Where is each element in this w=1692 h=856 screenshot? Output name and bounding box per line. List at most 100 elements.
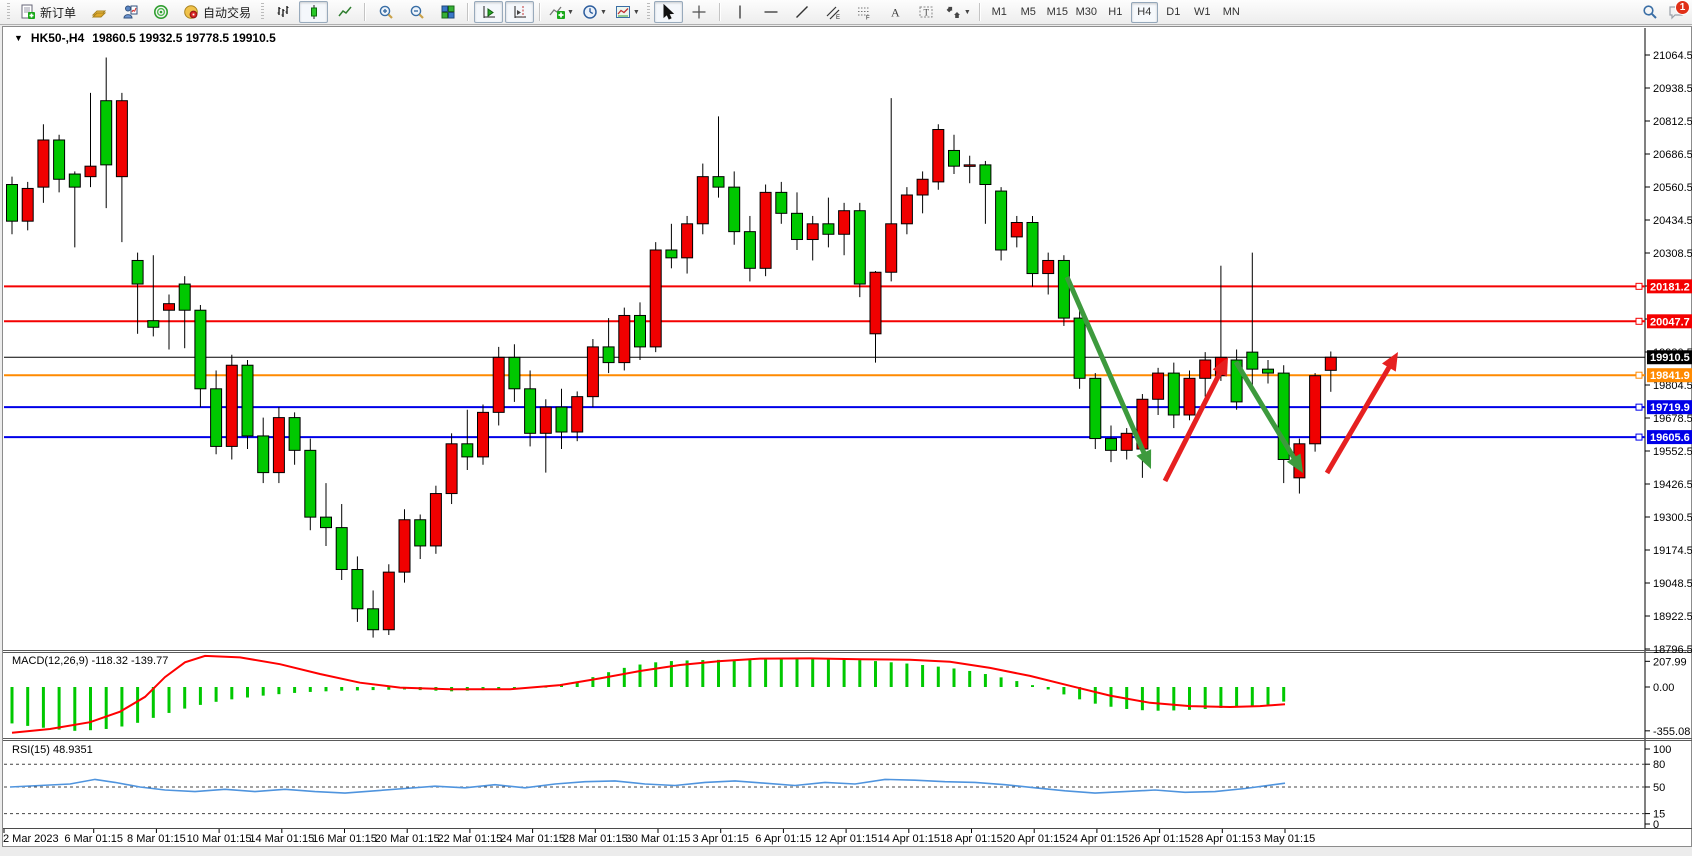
candle-body bbox=[760, 192, 771, 268]
candle-body bbox=[132, 260, 143, 284]
chart-title: ▼ HK50-,H4 19860.5 19932.5 19778.5 19910… bbox=[14, 31, 276, 45]
chevron-down-icon: ▼ bbox=[600, 9, 607, 16]
candle-body bbox=[587, 347, 598, 397]
text-button[interactable]: A bbox=[881, 1, 910, 23]
signal-button[interactable] bbox=[146, 1, 175, 23]
candle-chart-button[interactable] bbox=[299, 1, 328, 23]
hline-handle[interactable] bbox=[1636, 404, 1642, 410]
price-tick-label: 18796.5 bbox=[1653, 644, 1692, 656]
toolbar-separator bbox=[539, 3, 541, 21]
periods-button[interactable]: ▼ bbox=[579, 1, 610, 23]
candle-body bbox=[650, 250, 661, 347]
channel-button[interactable]: E bbox=[819, 1, 848, 23]
candle-body bbox=[1090, 378, 1101, 438]
candle-body bbox=[854, 211, 865, 284]
fibonacci-button[interactable]: F bbox=[850, 1, 879, 23]
candle-body bbox=[368, 609, 379, 630]
trend-arrow-line[interactable] bbox=[1327, 361, 1393, 473]
candle-body bbox=[101, 101, 112, 165]
text-label-icon: T bbox=[918, 4, 934, 20]
horizontal-line-button[interactable] bbox=[757, 1, 786, 23]
time-tick-label: 14 Mar 01:15 bbox=[249, 833, 314, 845]
notifications-button[interactable]: 1 bbox=[1668, 4, 1684, 20]
periods-icon bbox=[582, 4, 598, 20]
price-tick-label: 20938.5 bbox=[1653, 83, 1692, 95]
tab-timeframe-D1[interactable]: D1 bbox=[1160, 2, 1187, 23]
line-chart-button[interactable] bbox=[330, 1, 359, 23]
market-watch-button[interactable] bbox=[84, 1, 113, 23]
candle-body bbox=[321, 517, 332, 527]
auto-trading-button[interactable]: 自动交易 bbox=[177, 1, 257, 23]
data-window-button[interactable] bbox=[115, 1, 144, 23]
tab-timeframe-M15[interactable]: M15 bbox=[1044, 2, 1071, 23]
vertical-line-button[interactable] bbox=[726, 1, 755, 23]
candle-body bbox=[85, 166, 96, 176]
trendline-button[interactable] bbox=[788, 1, 817, 23]
candle-body bbox=[980, 165, 991, 185]
tile-windows-button[interactable] bbox=[433, 1, 462, 23]
tab-timeframe-M1[interactable]: M1 bbox=[986, 2, 1013, 23]
candle-body bbox=[823, 224, 834, 234]
auto-trading-label: 自动交易 bbox=[203, 4, 251, 21]
rsi-line bbox=[10, 779, 1285, 793]
tab-timeframe-H4[interactable]: H4 bbox=[1131, 2, 1158, 23]
timeframe-group: M1M5M15M30H1H4D1W1MN bbox=[985, 2, 1246, 23]
time-tick-label: 16 Mar 01:15 bbox=[312, 833, 377, 845]
price-tick-label: 18922.5 bbox=[1653, 611, 1692, 623]
time-tick-label: 6 Apr 01:15 bbox=[755, 833, 811, 845]
cursor-icon bbox=[660, 4, 676, 20]
new-order-button[interactable]: 新订单 bbox=[14, 1, 82, 23]
tab-timeframe-M5[interactable]: M5 bbox=[1015, 2, 1042, 23]
candle-body bbox=[697, 177, 708, 224]
price-line-label: 19605.6 bbox=[1650, 432, 1690, 444]
hline-handle[interactable] bbox=[1636, 283, 1642, 289]
svg-text:T: T bbox=[924, 8, 930, 18]
chevron-down-icon: ▼ bbox=[633, 9, 640, 16]
hline-handle[interactable] bbox=[1636, 372, 1642, 378]
tile-windows-icon bbox=[440, 4, 456, 20]
rsi-indicator-label: RSI(15) 48.9351 bbox=[12, 744, 93, 756]
crosshair-icon bbox=[691, 4, 707, 20]
price-tick-label: 19426.5 bbox=[1653, 479, 1692, 491]
toolbar-separator bbox=[364, 3, 366, 21]
horizontal-line-icon bbox=[763, 4, 779, 20]
candle-body bbox=[69, 174, 80, 187]
chart-canvas[interactable]: 21064.520938.520812.520686.520560.520434… bbox=[0, 0, 1692, 856]
search-icon[interactable] bbox=[1642, 4, 1658, 20]
crosshair-button[interactable] bbox=[685, 1, 714, 23]
candle-body bbox=[7, 185, 18, 222]
time-tick-label: 24 Mar 01:15 bbox=[500, 833, 565, 845]
tab-timeframe-MN[interactable]: MN bbox=[1218, 2, 1245, 23]
candle-body bbox=[635, 315, 646, 346]
tab-timeframe-H1[interactable]: H1 bbox=[1102, 2, 1129, 23]
chart-objects-dropdown-icon[interactable]: ▼ bbox=[14, 33, 23, 43]
tab-timeframe-W1[interactable]: W1 bbox=[1189, 2, 1216, 23]
candle-body bbox=[1168, 373, 1179, 415]
candle-body bbox=[603, 347, 614, 363]
cursor-button[interactable] bbox=[654, 1, 683, 23]
candle-body bbox=[1058, 260, 1069, 318]
indicators-button[interactable]: ▼ bbox=[546, 1, 577, 23]
templates-button[interactable]: ▼ bbox=[612, 1, 643, 23]
bar-chart-button[interactable] bbox=[268, 1, 297, 23]
zoom-in-button[interactable] bbox=[371, 1, 400, 23]
arrows-button[interactable]: ▼ bbox=[943, 1, 974, 23]
auto-scroll-button[interactable] bbox=[474, 1, 503, 23]
candle-body bbox=[839, 211, 850, 235]
text-label-button[interactable]: T bbox=[912, 1, 941, 23]
candle-body bbox=[226, 365, 237, 446]
candle-body bbox=[682, 224, 693, 258]
candle-body bbox=[383, 572, 394, 630]
hline-handle[interactable] bbox=[1636, 318, 1642, 324]
toolbar-right: 1 bbox=[1642, 1, 1684, 23]
toolbar-separator bbox=[719, 3, 721, 21]
hline-handle[interactable] bbox=[1636, 434, 1642, 440]
tab-timeframe-M30[interactable]: M30 bbox=[1073, 2, 1100, 23]
price-tick-label: 19300.5 bbox=[1653, 512, 1692, 524]
chart-ohlc-values: 19860.5 19932.5 19778.5 19910.5 bbox=[92, 31, 276, 45]
time-tick-label: 2 Mar 2023 bbox=[3, 833, 59, 845]
zoom-out-button[interactable] bbox=[402, 1, 431, 23]
chart-shift-button[interactable] bbox=[505, 1, 534, 23]
price-line-label: 20181.2 bbox=[1650, 281, 1690, 293]
time-tick-label: 28 Mar 01:15 bbox=[563, 833, 628, 845]
